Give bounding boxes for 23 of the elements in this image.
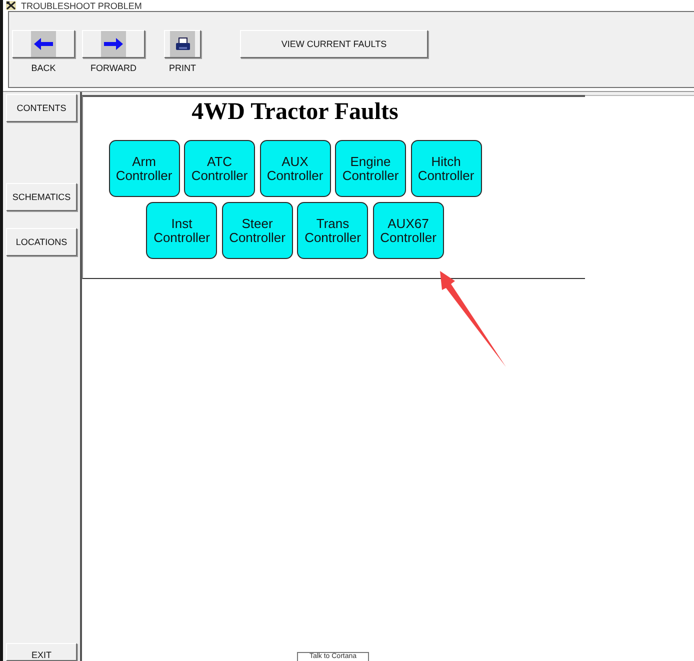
button-label: PRINT [169, 63, 196, 73]
page-title: 4WD Tractor Faults [192, 98, 398, 126]
forward-button[interactable] [82, 30, 145, 58]
window-title: TROUBLESHOOT PROBLEM [21, 0, 142, 10]
controller-button[interactable]: Inst Controller [146, 202, 218, 259]
back-button[interactable] [12, 30, 75, 58]
controller-button[interactable]: Hitch Controller [410, 140, 482, 197]
controller-button[interactable]: ATC Controller [184, 140, 255, 197]
controller-button[interactable]: Engine Controller [335, 140, 406, 197]
controller-button[interactable]: Trans Controller [297, 202, 368, 259]
button-label: BACK [31, 63, 56, 73]
controller-button[interactable]: Arm Controller [108, 140, 180, 197]
printer-icon [170, 31, 195, 57]
sidebar-button[interactable]: CONTENTS [6, 94, 77, 122]
exit-button[interactable]: EXIT [6, 643, 77, 661]
controller-button[interactable]: AUX67 Controller [372, 202, 444, 259]
sidebar-button[interactable]: SCHEMATICS [6, 183, 77, 211]
print-button[interactable] [164, 30, 201, 58]
view-current-faults-button[interactable]: VIEW CURRENT FAULTS [240, 30, 428, 58]
controller-button[interactable]: AUX Controller [260, 140, 330, 197]
button-label: FORWARD [90, 63, 136, 73]
sidebar-button[interactable]: LOCATIONS [6, 228, 77, 256]
controller-button[interactable]: Steer Controller [222, 202, 293, 259]
